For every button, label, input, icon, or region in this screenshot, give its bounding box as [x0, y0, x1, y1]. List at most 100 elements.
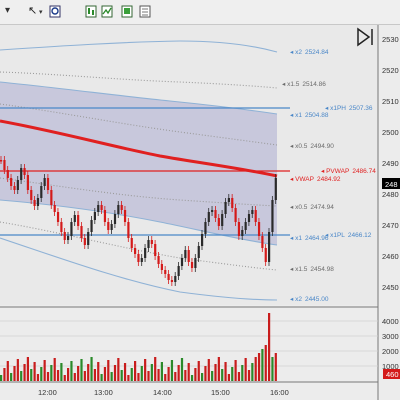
candle-body — [211, 210, 214, 212]
candle-body — [144, 248, 147, 258]
band-label-5: ◂ x1 2464.96 — [290, 235, 329, 242]
volume-bar — [16, 359, 19, 381]
candle-body — [217, 218, 220, 226]
candle-body — [244, 222, 247, 230]
time-tick-3: 15:00 — [211, 388, 230, 397]
volume-tick-2: 2000 — [382, 347, 399, 356]
price-tick-6: 2470 — [382, 221, 399, 230]
candle-body — [56, 212, 60, 222]
candle-body — [154, 244, 157, 256]
volume-bar — [3, 368, 6, 381]
volume-bar — [0, 375, 3, 381]
volume-bar — [257, 353, 261, 381]
candle-body — [13, 186, 16, 190]
candle-body — [73, 215, 76, 222]
candle-body — [157, 256, 160, 264]
pvwap-label: ◂ PVWAP 2486.74 — [321, 168, 376, 175]
candle-body — [110, 224, 113, 230]
candle-body — [43, 178, 46, 186]
candle-body — [261, 236, 264, 248]
price-tick-8: 2450 — [382, 283, 399, 292]
candle-body — [103, 210, 107, 222]
candle-body — [167, 274, 170, 280]
volume-bar — [90, 357, 93, 381]
volume-bar — [137, 373, 140, 381]
volume-bar — [241, 365, 244, 381]
volume-bar — [234, 360, 237, 381]
candle-body — [67, 236, 70, 240]
volume-bar — [274, 353, 277, 381]
volume-bar — [221, 369, 224, 381]
candle-body — [224, 202, 227, 214]
volume-bar — [180, 358, 184, 381]
candle-body — [36, 198, 40, 206]
candle-body — [164, 270, 167, 274]
candle-body — [234, 208, 237, 222]
candle-body — [46, 178, 50, 190]
candle-body — [93, 212, 96, 220]
volume-bar — [187, 363, 190, 381]
volume-bar — [254, 357, 257, 381]
time-tick-0: 12:00 — [38, 388, 57, 397]
volume-bar — [247, 370, 251, 381]
volume-bar — [251, 363, 254, 381]
candle-body — [23, 168, 26, 175]
band-label-7: ◂ x2 2445.00 — [290, 296, 329, 303]
band-label-0: ◂ x2 2524.84 — [290, 49, 329, 56]
volume-bar — [123, 363, 127, 381]
candle-body — [6, 170, 9, 178]
volume-bar — [134, 361, 137, 381]
band-label-2: ◂ x1 2504.88 — [290, 112, 329, 119]
candle-body — [274, 178, 277, 200]
price-chart[interactable]: ◂ x2 2524.84 ◂ x1.5 2514.86 ◂ x1 2504.88 ◂ … — [0, 0, 400, 400]
candle-body — [80, 226, 83, 238]
volume-bar — [117, 358, 120, 381]
volume-bar — [103, 367, 107, 381]
volume-bar — [167, 367, 170, 381]
volume-bar — [87, 364, 90, 381]
time-tick-4: 16:00 — [270, 388, 289, 397]
band-label-1: ◂ x1.5 2514.86 — [282, 81, 326, 88]
candle-body — [231, 198, 234, 208]
price-tick-0: 2530 — [382, 35, 399, 44]
candle-body — [87, 232, 90, 245]
volume-tick-1: 3000 — [382, 332, 399, 341]
band-label-3: ◂ x0.5 2494.90 — [290, 143, 334, 150]
candle-body — [251, 210, 254, 214]
candle-body — [271, 200, 274, 232]
candle-body — [120, 205, 123, 210]
volume-bar — [36, 374, 40, 381]
candle-body — [70, 222, 73, 236]
volume-bar — [227, 374, 230, 381]
candle-body — [50, 190, 53, 205]
candle-body — [100, 205, 103, 210]
candle-body — [140, 258, 143, 262]
volume-bar — [264, 345, 267, 381]
volume-bar — [217, 357, 220, 381]
candle-body — [150, 240, 153, 244]
volume-bar — [127, 375, 130, 381]
volume-bar — [113, 365, 117, 381]
volume-bar — [184, 370, 187, 381]
candle-body — [180, 258, 184, 266]
volume-bar — [130, 368, 133, 381]
volume-bar — [144, 359, 147, 381]
level-label-x1ph: ◂ x1PH 2507.36 — [325, 105, 373, 112]
volume-bar — [231, 367, 234, 381]
volume-bar — [67, 368, 70, 381]
candle-body — [184, 250, 187, 258]
candle-body — [207, 212, 210, 222]
volume-bar — [20, 371, 23, 381]
volume-bar — [10, 373, 13, 381]
volume-bar — [70, 361, 73, 381]
volume-bar — [107, 360, 110, 381]
candle-body — [214, 210, 217, 218]
candle-body — [190, 262, 194, 268]
volume-bar — [177, 365, 180, 381]
candle-body — [194, 258, 197, 268]
volume-bar — [214, 364, 217, 381]
volume-bar — [6, 361, 9, 381]
volume-bar — [170, 360, 174, 381]
candle-body — [187, 250, 190, 262]
volume-bar — [80, 359, 83, 381]
